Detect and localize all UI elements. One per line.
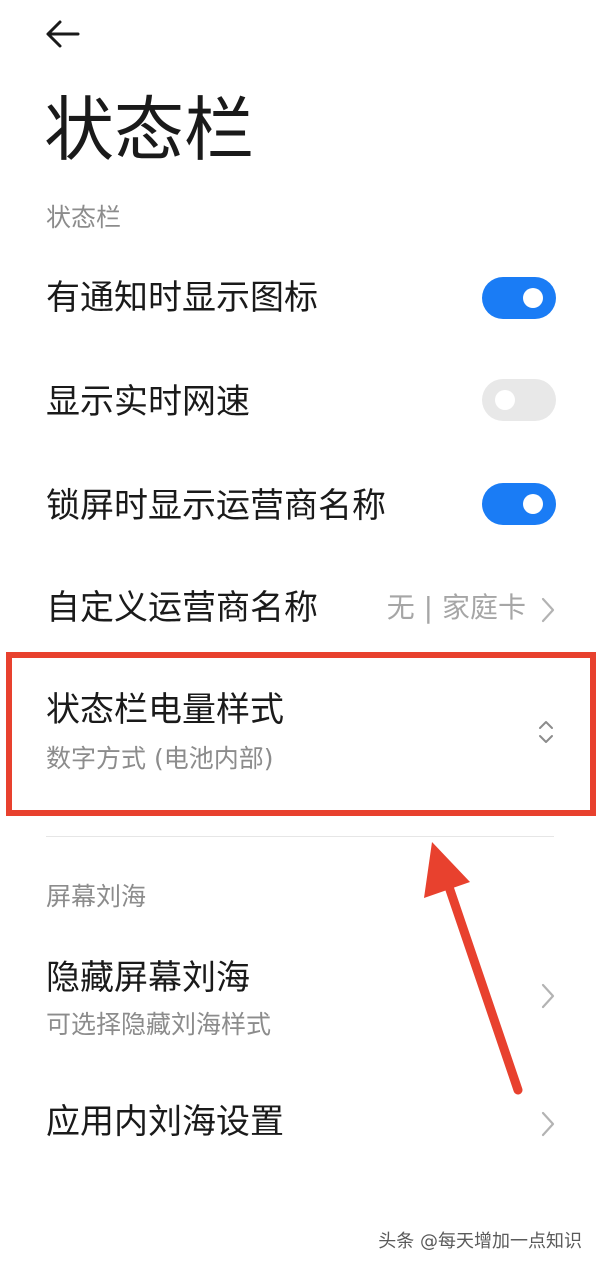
setting-summary: 数字方式 (电池内部)	[46, 744, 274, 773]
network-speed-toggle[interactable]	[482, 379, 556, 421]
setting-summary: 可选择隐藏刘海样式	[46, 1010, 272, 1039]
lock-carrier-toggle[interactable]	[482, 483, 556, 525]
setting-label: 应用内刘海设置	[46, 1102, 284, 1142]
chevron-updown-icon	[539, 721, 553, 743]
page-title: 状态栏	[44, 89, 254, 171]
section-header-notch: 屏幕刘海	[46, 882, 147, 911]
setting-row-custom-carrier[interactable]: 自定义运营商名称 无 | 家庭卡	[0, 584, 600, 638]
back-arrow-icon	[46, 20, 80, 48]
setting-label: 自定义运营商名称	[46, 588, 318, 628]
section-divider	[46, 836, 554, 837]
setting-row-lock-carrier[interactable]: 锁屏时显示运营商名称	[0, 480, 600, 534]
setting-label: 显示实时网速	[46, 382, 250, 422]
setting-label: 状态栏电量样式	[46, 690, 284, 730]
setting-row-hide-notch[interactable]: 隐藏屏幕刘海 可选择隐藏刘海样式	[0, 952, 600, 1048]
chevron-right-icon	[541, 1111, 555, 1137]
section-header-status-bar: 状态栏	[46, 203, 122, 232]
setting-label: 锁屏时显示运营商名称	[46, 486, 386, 526]
setting-row-battery-style[interactable]: 状态栏电量样式 数字方式 (电池内部)	[0, 684, 600, 784]
setting-row-app-notch[interactable]: 应用内刘海设置	[0, 1098, 600, 1152]
setting-row-network-speed[interactable]: 显示实时网速	[0, 376, 600, 430]
toggle-knob	[495, 390, 515, 410]
setting-label: 有通知时显示图标	[46, 278, 318, 318]
notify-icons-toggle[interactable]	[482, 277, 556, 319]
carrier-name-value: 无 | 家庭卡	[386, 591, 526, 624]
chevron-right-icon	[541, 597, 555, 623]
toggle-knob	[523, 494, 543, 514]
toggle-knob	[523, 288, 543, 308]
setting-label: 隐藏屏幕刘海	[46, 958, 250, 998]
watermark-text: 头条 @每天增加一点知识	[378, 1231, 582, 1252]
setting-row-notify-icons[interactable]: 有通知时显示图标	[0, 272, 600, 326]
chevron-right-icon	[541, 983, 555, 1009]
back-button[interactable]	[44, 14, 88, 54]
